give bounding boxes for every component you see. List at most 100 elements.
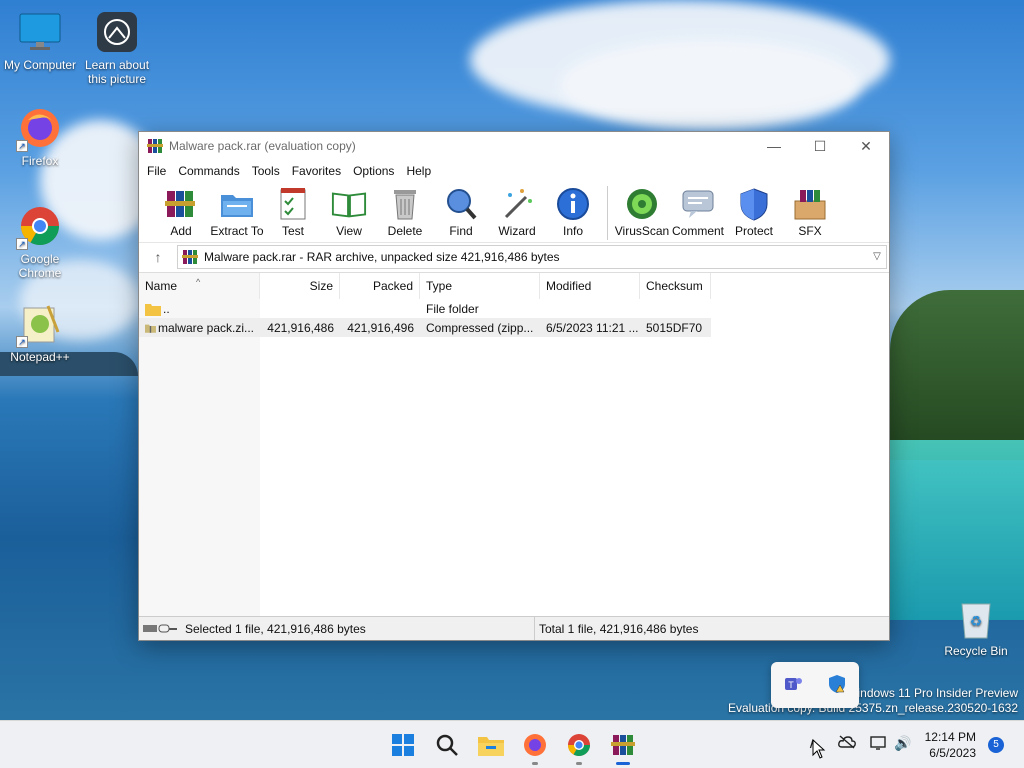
desktop-icon-label: Notepad++: [10, 350, 70, 364]
firefox-icon: ↗: [16, 106, 62, 152]
monitor-icon: [18, 10, 62, 54]
shortcut-arrow-icon: ↗: [16, 140, 28, 152]
running-indicator: [616, 762, 630, 765]
tray-overflow-flyout: T: [771, 662, 859, 708]
svg-text:T: T: [788, 680, 794, 690]
winrar-icon: [611, 735, 635, 755]
menu-options[interactable]: Options: [347, 164, 400, 178]
toolbar: Add Extract To Test View Delete Find Wiz…: [139, 182, 889, 242]
comment-bubble-icon: [680, 186, 716, 222]
find-label: Find: [449, 224, 473, 238]
virusscan-label: VirusScan: [614, 224, 670, 238]
firefox-icon: [524, 734, 546, 756]
wallpaper-beach: [890, 440, 1024, 620]
row-type: File folder: [426, 301, 479, 316]
virusscan-button[interactable]: VirusScan: [614, 186, 670, 238]
desktop-icon-recycle-bin[interactable]: ♻ Recycle Bin: [944, 598, 1008, 658]
column-header-type[interactable]: Type: [420, 273, 540, 299]
winrar-app-icon: [147, 138, 163, 154]
zip-file-icon: [145, 324, 156, 333]
desktop-icon-notepadpp[interactable]: ↗ Notepad++: [0, 302, 80, 364]
desktop-icon-firefox[interactable]: ↗ Firefox: [0, 106, 80, 168]
search-button[interactable]: [433, 731, 461, 759]
address-bar: ↑ Malware pack.rar - RAR archive, unpack…: [139, 242, 889, 270]
volume-icon[interactable]: 🔊: [894, 735, 911, 752]
shortcut-arrow-icon: ↗: [16, 336, 28, 348]
row-name: malware pack.zi...: [157, 320, 254, 335]
taskbar-firefox[interactable]: [521, 731, 549, 765]
archive-path-field[interactable]: Malware pack.rar - RAR archive, unpacked…: [177, 244, 887, 269]
folder-icon: [145, 303, 161, 316]
desktop-icon-learn-picture[interactable]: Learn about this picture: [77, 10, 157, 86]
learn-picture-icon: [95, 10, 139, 54]
desktop-icon-label: Recycle Bin: [944, 644, 1008, 658]
row-name-cell: ..: [139, 302, 260, 316]
add-button[interactable]: Add: [153, 186, 209, 238]
view-button[interactable]: View: [321, 186, 377, 238]
info-icon: [555, 186, 591, 222]
sfx-box-icon: [792, 186, 828, 222]
column-header-modified[interactable]: Modified: [540, 273, 640, 299]
column-header-name[interactable]: Name ^: [139, 273, 260, 299]
wizard-button[interactable]: Wizard: [489, 186, 545, 238]
comment-button[interactable]: Comment: [670, 186, 726, 238]
close-button[interactable]: ✕: [843, 132, 889, 160]
info-label: Info: [562, 224, 583, 238]
menu-bar: File Commands Tools Favorites Options He…: [139, 160, 889, 182]
desktop-icon-chrome[interactable]: ↗ Google Chrome: [0, 204, 80, 280]
chevron-down-icon[interactable]: ▽: [868, 251, 886, 262]
window-title: Malware pack.rar (evaluation copy): [169, 139, 356, 153]
chrome-icon: [568, 734, 590, 756]
menu-file[interactable]: File: [141, 164, 172, 178]
magnifier-icon: [443, 186, 479, 222]
desktop-icon-my-computer[interactable]: My Computer: [0, 10, 80, 72]
virus-bug-icon: [624, 186, 660, 222]
drive-key-icon: [143, 624, 177, 632]
start-button[interactable]: [389, 731, 417, 759]
notepadpp-icon: ↗: [16, 302, 62, 348]
maximize-button[interactable]: ☐: [797, 132, 843, 160]
running-indicator: [532, 762, 538, 765]
minimize-button[interactable]: —: [751, 132, 797, 160]
protect-button[interactable]: Protect: [726, 186, 782, 238]
network-icon[interactable]: [870, 735, 888, 754]
column-header-size[interactable]: Size: [260, 273, 340, 299]
view-label: View: [336, 224, 362, 238]
rar-archive-icon: [182, 249, 198, 265]
system-clock[interactable]: 12:14 PM 6/5/2023: [925, 729, 976, 761]
security-shield-warning-icon[interactable]: [827, 674, 847, 697]
taskbar-file-explorer[interactable]: [477, 731, 505, 759]
delete-button[interactable]: Delete: [377, 186, 433, 238]
clock-date: 6/5/2023: [929, 746, 976, 760]
menu-favorites[interactable]: Favorites: [286, 164, 347, 178]
sfx-button[interactable]: SFX: [782, 186, 838, 238]
row-checksum: 5015DF70: [646, 320, 703, 335]
menu-help[interactable]: Help: [400, 164, 437, 178]
taskbar-winrar[interactable]: [609, 731, 637, 765]
sfx-label: SFX: [798, 224, 822, 238]
menu-tools[interactable]: Tools: [246, 164, 286, 178]
teams-icon[interactable]: T: [783, 674, 803, 697]
search-icon: [436, 734, 458, 756]
taskbar: ∧ 🔊 12:14 PM 6/5/2023 5: [0, 720, 1024, 768]
title-bar[interactable]: Malware pack.rar (evaluation copy) — ☐ ✕: [139, 132, 889, 160]
column-header-packed[interactable]: Packed: [340, 273, 420, 299]
add-archive-icon: [163, 186, 199, 222]
table-row[interactable]: .. File folder: [139, 299, 889, 318]
info-button[interactable]: Info: [545, 186, 601, 238]
extract-to-button[interactable]: Extract To: [209, 186, 265, 238]
onedrive-offline-icon[interactable]: [838, 735, 856, 752]
notification-badge[interactable]: 5: [988, 737, 1004, 753]
archive-path-text: Malware pack.rar - RAR archive, unpacked…: [204, 249, 560, 264]
up-arrow-icon[interactable]: ↑: [139, 249, 177, 265]
taskbar-chrome[interactable]: [565, 731, 593, 765]
mouse-cursor-icon: [812, 738, 826, 762]
find-button[interactable]: Find: [433, 186, 489, 238]
test-button[interactable]: Test: [265, 186, 321, 238]
column-header-checksum[interactable]: Checksum: [640, 273, 711, 299]
table-row-selected[interactable]: malware pack.zi... 421,916,486 421,916,4…: [139, 318, 711, 337]
menu-commands[interactable]: Commands: [172, 164, 245, 178]
status-selected-text: Selected 1 file, 421,916,486 bytes: [185, 621, 366, 636]
row-packed: 421,916,496: [347, 320, 414, 335]
file-list: Name ^ Size Packed Type Modified Checksu…: [139, 272, 889, 616]
